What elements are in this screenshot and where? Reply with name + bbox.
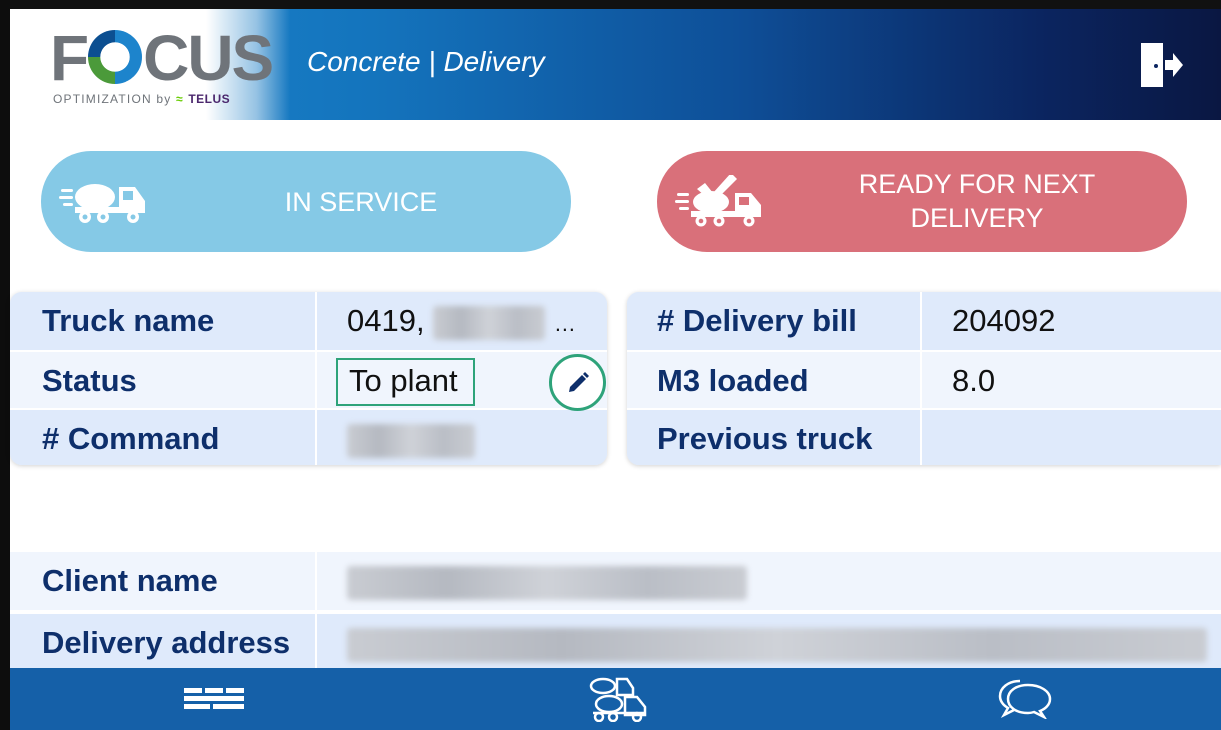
ready-for-next-delivery-label: READY FOR NEXT DELIVERY: [858, 169, 1096, 233]
command-label: # Command: [10, 410, 315, 465]
status-row: Status To plant: [10, 350, 607, 408]
m3-loaded-value: 8.0: [920, 352, 1221, 408]
truck-info-panel: Truck name 0419, … Status To plant # Com…: [10, 292, 607, 465]
logo-subtitle: OPTIMIZATION by ≈ TELUS: [53, 92, 231, 106]
truck-name-label: Truck name: [10, 292, 315, 350]
logo-o-icon: [88, 30, 143, 84]
redacted-delivery-address: [347, 627, 1207, 662]
nav-chat-button[interactable]: [965, 668, 1085, 730]
delivery-address-row: Delivery address: [10, 612, 1221, 670]
logo-wordmark: F CUS: [50, 22, 274, 94]
truck-name-value: 0419, …: [315, 292, 607, 350]
edit-status-button[interactable]: [549, 354, 606, 411]
nav-trucks-button[interactable]: [556, 668, 676, 730]
client-name-value: [315, 552, 1221, 610]
exit-door-icon[interactable]: [1139, 41, 1183, 89]
delivery-bill-label: # Delivery bill: [627, 292, 920, 350]
truck-name-row: Truck name 0419, …: [10, 292, 607, 350]
focus-logo: F CUS OPTIMIZATION by ≈ TELUS: [10, 9, 290, 120]
app-header: F CUS OPTIMIZATION by ≈ TELUS Concrete | …: [10, 9, 1221, 120]
redacted-client-name: [347, 565, 747, 600]
ready-for-next-delivery-button[interactable]: READY FOR NEXT DELIVERY: [657, 151, 1187, 252]
pencil-icon: [569, 372, 589, 392]
chat-icon: [998, 679, 1052, 719]
trucks-icon: [589, 677, 647, 722]
delivery-bill-value: 204092: [920, 292, 1221, 350]
command-row: # Command: [10, 408, 607, 465]
app-frame: F CUS OPTIMIZATION by ≈ TELUS Concrete | …: [0, 0, 1221, 730]
client-section: Client name Delivery address: [10, 552, 1221, 670]
frame-left-edge: [0, 0, 10, 730]
list-icon: [184, 688, 244, 709]
redacted-truck-name: [433, 305, 546, 340]
status-highlight-box[interactable]: [336, 358, 475, 406]
redacted-command: [347, 423, 475, 458]
frame-top-edge: [0, 0, 1221, 9]
in-service-label: IN SERVICE: [284, 187, 438, 217]
truck-check-icon: [675, 173, 765, 227]
previous-truck-row: Previous truck: [627, 408, 1221, 465]
bottom-navigation: [10, 668, 1221, 730]
command-value: [315, 410, 607, 465]
previous-truck-label: Previous truck: [627, 410, 920, 465]
cement-truck-icon: [59, 175, 149, 227]
status-label: Status: [10, 352, 315, 408]
client-name-label: Client name: [10, 552, 315, 610]
in-service-button[interactable]: IN SERVICE: [41, 151, 571, 252]
m3-loaded-row: M3 loaded 8.0: [627, 350, 1221, 408]
delivery-info-panel: # Delivery bill 204092 M3 loaded 8.0 Pre…: [627, 292, 1221, 465]
app-title: Concrete | Delivery: [307, 46, 545, 77]
delivery-bill-row: # Delivery bill 204092: [627, 292, 1221, 350]
previous-truck-value: [920, 410, 1221, 465]
client-name-row: Client name: [10, 552, 1221, 610]
m3-loaded-label: M3 loaded: [627, 352, 920, 408]
nav-list-button[interactable]: [154, 668, 274, 730]
delivery-address-value: [315, 614, 1221, 670]
delivery-address-label: Delivery address: [10, 614, 315, 670]
